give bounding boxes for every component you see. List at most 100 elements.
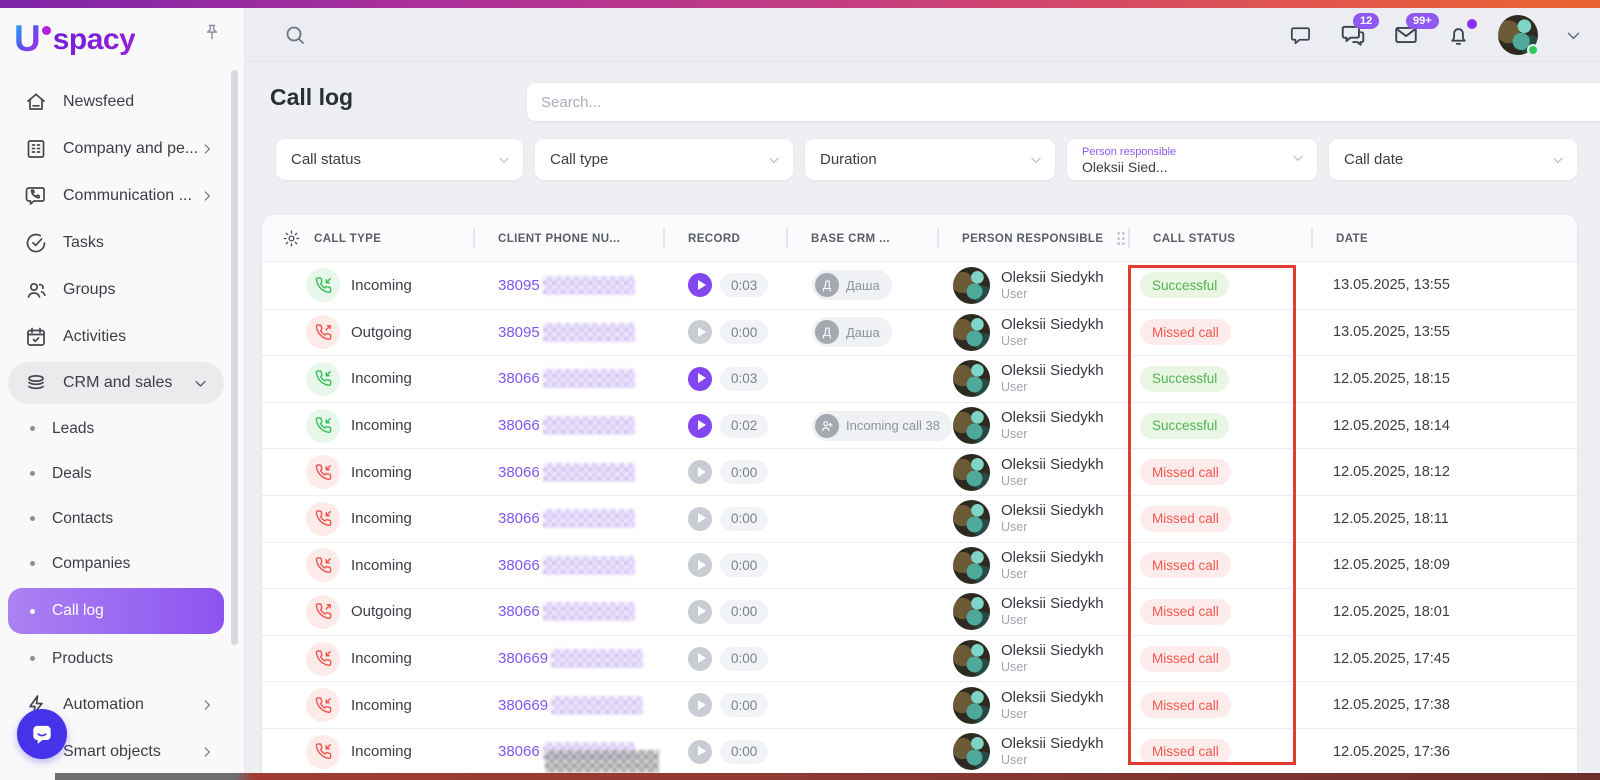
header-record[interactable]: RECORD (663, 215, 786, 262)
table-row[interactable]: Incoming 38066 0:00 Oleksii Siedykh User… (262, 542, 1577, 589)
record-play-button[interactable] (688, 320, 712, 344)
table-row[interactable]: Outgoing 38066 0:00 Oleksii Siedykh User… (262, 588, 1577, 635)
phone-blur-redaction (543, 509, 635, 528)
person-role: User (1001, 334, 1104, 349)
global-search-icon[interactable] (283, 23, 307, 47)
record-play-button[interactable] (688, 367, 712, 391)
phone-link[interactable]: 38066 (498, 557, 540, 574)
chats-badge: 12 (1353, 13, 1379, 29)
call-direction-icon (306, 642, 340, 676)
cell-person: Oleksii Siedykh User (937, 356, 1128, 402)
table-row[interactable]: Incoming 38066 0:00 Oleksii Siedykh User… (262, 448, 1577, 495)
record-play-button[interactable] (688, 553, 712, 577)
base-crm-chip[interactable]: Д Даша (812, 317, 892, 347)
cell-person: Oleksii Siedykh User (937, 449, 1128, 495)
filter-duration[interactable]: Duration (805, 139, 1055, 180)
phone-link[interactable]: 380669 (498, 697, 548, 714)
column-drag-handle-icon[interactable] (1116, 231, 1126, 246)
header-client-phone[interactable]: CLIENT PHONE NU... (473, 215, 663, 262)
phone-link[interactable]: 38095 (498, 277, 540, 294)
profile-menu-chevron-icon[interactable] (1565, 27, 1582, 44)
sidebar-item-companies[interactable]: Companies (0, 541, 232, 586)
header-date[interactable]: DATE (1311, 215, 1577, 262)
base-crm-chip[interactable]: Д Даша (812, 270, 892, 300)
phone-link[interactable]: 38095 (498, 324, 540, 341)
cell-call-type: Incoming (262, 496, 473, 542)
sidebar-item-newsfeed[interactable]: Newsfeed (0, 78, 232, 125)
bullet-icon (30, 656, 35, 661)
sidebar-item-groups[interactable]: Groups (0, 266, 232, 313)
sidebar-item-activities[interactable]: Activities (0, 313, 232, 360)
person-name: Oleksii Siedykh (1001, 456, 1104, 474)
record-play-button[interactable] (688, 600, 712, 624)
phone-blur-redaction (543, 602, 635, 621)
mail-icon[interactable]: 99+ (1393, 22, 1419, 48)
phone-blur-redaction (543, 463, 635, 482)
header-base-crm[interactable]: BASE CRM ... (786, 215, 937, 262)
notifications-bell-icon[interactable] (1446, 23, 1471, 48)
table-row[interactable]: Incoming 38066 0:00 Oleksii Siedykh User… (262, 495, 1577, 542)
sidebar-item-tasks[interactable]: Tasks (0, 219, 232, 266)
header-person-responsible[interactable]: PERSON RESPONSIBLE (937, 215, 1128, 262)
sidebar-item-communication[interactable]: Communication ... (0, 172, 232, 219)
filter-call-type[interactable]: Call type (535, 139, 793, 180)
record-play-button[interactable] (688, 647, 712, 671)
logo-letter: U (14, 20, 41, 58)
sidebar-scrollbar[interactable] (231, 70, 238, 645)
phone-link[interactable]: 38066 (498, 603, 540, 620)
user-avatar[interactable] (1498, 15, 1538, 55)
record-play-button[interactable] (688, 693, 712, 717)
cell-person: Oleksii Siedykh User (937, 543, 1128, 589)
support-chat-button[interactable] (17, 709, 67, 759)
phone-link[interactable]: 38066 (498, 370, 540, 387)
table-row[interactable]: Incoming 380669 0:00 Oleksii Siedykh Use… (262, 635, 1577, 682)
uspacy-logo[interactable]: U spacy (14, 20, 135, 60)
chats-icon[interactable]: 12 (1340, 22, 1366, 48)
cell-person: Oleksii Siedykh User (937, 682, 1128, 728)
base-crm-chip[interactable]: Incoming call 38. (812, 411, 952, 441)
chip-avatar (815, 414, 839, 438)
sidebar-item-call-log[interactable]: Call log (8, 588, 224, 634)
record-play-button[interactable] (688, 507, 712, 531)
search-input[interactable] (541, 94, 1600, 111)
filter-person-responsible[interactable]: Person responsible Oleksii Sied... (1067, 139, 1317, 180)
sidebar-item-crm-and-sales[interactable]: CRM and sales (8, 362, 224, 404)
phone-link[interactable]: 38066 (498, 464, 540, 481)
pin-sidebar-icon[interactable] (202, 22, 222, 42)
table-row[interactable]: Incoming 380669 0:00 Oleksii Siedykh Use… (262, 681, 1577, 728)
sidebar-item-deals[interactable]: Deals (0, 451, 232, 496)
record-play-button[interactable] (688, 414, 712, 438)
cell-phone: 38066 (473, 589, 663, 635)
phone-link[interactable]: 38066 (498, 743, 540, 760)
record-play-button[interactable] (688, 460, 712, 484)
header-call-status[interactable]: CALL STATUS (1128, 215, 1311, 262)
filter-call-date[interactable]: Call date (1329, 139, 1577, 180)
sidebar-item-products[interactable]: Products (0, 636, 232, 681)
person-name: Oleksii Siedykh (1001, 735, 1104, 753)
status-badge: Successful (1140, 366, 1229, 392)
header-call-type[interactable]: CALL TYPE (262, 215, 473, 262)
table-row[interactable]: Incoming 38095 0:03 Д Даша Oleksii Siedy… (262, 262, 1577, 309)
call-direction-icon (306, 548, 340, 582)
call-date: 12.05.2025, 18:11 (1333, 511, 1449, 527)
chat-phone-icon (24, 184, 48, 208)
table-settings-gear-icon[interactable] (282, 229, 301, 248)
phone-link[interactable]: 380669 (498, 650, 548, 667)
phone-link[interactable]: 38066 (498, 510, 540, 527)
table-row[interactable]: Incoming 38066 0:02 Incoming call 38. Ol… (262, 402, 1577, 449)
sidebar-item-company[interactable]: Company and pe... (0, 125, 232, 172)
table-row[interactable]: Incoming 38066 0:00 Oleksii Siedykh User… (262, 728, 1577, 775)
call-direction-icon (306, 409, 340, 443)
sidebar-item-contacts[interactable]: Contacts (0, 496, 232, 541)
record-play-button[interactable] (688, 740, 712, 764)
sidebar-item-leads[interactable]: Leads (0, 406, 232, 451)
person-avatar (953, 500, 990, 537)
comments-icon[interactable] (1288, 23, 1313, 48)
call-type-label: Incoming (351, 697, 412, 714)
phone-blur-redaction (551, 696, 643, 715)
record-play-button[interactable] (688, 273, 712, 297)
table-row[interactable]: Outgoing 38095 0:00 Д Даша Oleksii Siedy… (262, 309, 1577, 356)
filter-call-status[interactable]: Call status (276, 139, 523, 180)
phone-link[interactable]: 38066 (498, 417, 540, 434)
table-row[interactable]: Incoming 38066 0:03 Oleksii Siedykh User… (262, 355, 1577, 402)
